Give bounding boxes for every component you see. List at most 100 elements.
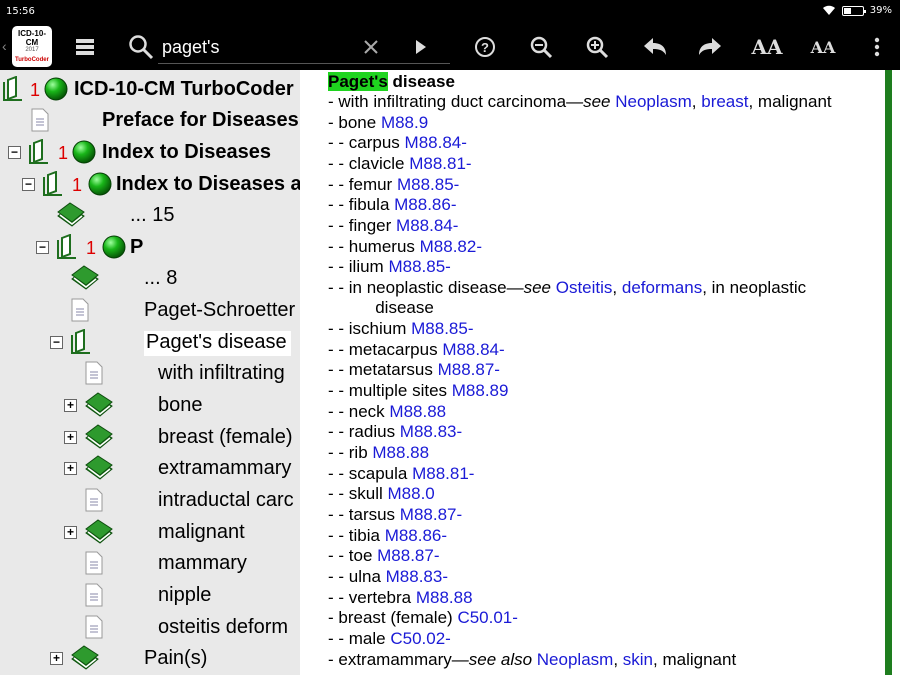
expand-toggle[interactable]: + [64,399,77,412]
cross-reference-link[interactable]: Neoplasm [537,650,614,669]
green-ball-icon [44,77,68,101]
expand-toggle[interactable]: + [64,462,77,475]
icd-code-link[interactable]: M88.86- [394,195,456,214]
green-ball-icon [72,140,96,164]
tree-node-label: with infiltrating [158,362,285,384]
tree-node[interactable]: + extramammary [0,453,300,485]
cross-reference-link[interactable]: deformans [622,278,702,297]
entry-line: - - rib M88.88 [328,443,429,463]
book-icon [84,392,114,423]
tree-node[interactable]: osteitis deform [0,612,300,644]
entry-title: Paget's disease [328,72,455,92]
icd-code-link[interactable]: M88.86- [385,526,447,545]
collapse-toggle[interactable]: − [50,336,63,349]
book-icon [56,202,86,233]
font-decrease-icon[interactable]: AA [808,32,838,62]
tree-node[interactable]: nipple [0,580,300,612]
status-bar: 15:56 39% [0,0,900,24]
expand-toggle[interactable]: + [50,652,63,665]
clear-icon[interactable] [356,32,386,62]
entry-term: - - vertebra [328,588,416,607]
icd-code-link[interactable]: M88.81- [409,154,471,173]
entry-line: - - tibia M88.86- [328,526,447,546]
back-chevron-icon[interactable]: ‹ [2,38,7,54]
entry-line: - - humerus M88.82- [328,237,482,257]
font-increase-icon[interactable]: AA [751,32,782,62]
tree-node[interactable]: + Pain(s) [0,643,300,675]
expand-toggle[interactable]: + [64,526,77,539]
search-field[interactable] [158,32,450,64]
tree-node[interactable]: + bone [0,390,300,422]
entry-term: - - humerus [328,237,420,256]
scroll-indicator[interactable] [885,70,892,675]
tree-node[interactable]: intraductal carc [0,485,300,517]
entry-line: disease [328,298,434,318]
icd-code-link[interactable]: M88.84- [442,340,504,359]
overflow-icon[interactable] [862,32,892,62]
search-icon[interactable] [126,32,156,62]
icd-code-link[interactable]: M88.87- [438,360,500,379]
entry-term: - - ilium [328,257,389,276]
icd-code-link[interactable]: M88.84- [405,133,467,152]
icd-code-link[interactable]: M88.83- [400,422,462,441]
tree-node[interactable]: + breast (female) [0,422,300,454]
expand-toggle[interactable]: + [64,431,77,444]
font-decrease-label: AA [810,37,836,57]
icd-code-link[interactable]: M88.85- [397,175,459,194]
tree-node[interactable]: 1 ICD-10-CM TurboCoder [0,74,300,106]
tree-node[interactable]: − 1 P [0,232,300,264]
node-count: 1 [86,238,97,258]
entry-line: - - scapula M88.81- [328,464,474,484]
zoom-out-icon[interactable] [526,32,556,62]
icd-code-link[interactable]: M88.82- [420,237,482,256]
cross-reference-link[interactable]: Osteitis [556,278,613,297]
help-icon[interactable]: ? [470,32,500,62]
tree-node[interactable]: − 1 Index to Diseases [0,137,300,169]
node-count: 1 [30,80,41,100]
collapse-toggle[interactable]: − [8,146,21,159]
tree-node[interactable]: − 1 Index to Diseases a [0,169,300,201]
icd-code-link[interactable]: M88.89 [452,381,509,400]
document-icon [84,614,104,645]
forward-icon[interactable] [695,32,725,62]
icd-code-link[interactable]: M88.88 [416,588,473,607]
tree-node[interactable]: ... 15 [0,200,300,232]
menu-icon[interactable] [70,32,100,62]
icd-code-link[interactable]: M88.83- [386,567,448,586]
collapse-toggle[interactable]: − [22,178,35,191]
icd-code-link[interactable]: M88.0 [388,484,435,503]
icd-code-link[interactable]: C50.02- [390,629,450,648]
entry-line: - - male C50.02- [328,629,451,649]
icd-code-link[interactable]: M88.85- [411,319,473,338]
entry-term: - - ischium [328,319,412,338]
icd-code-link[interactable]: M88.88 [389,402,446,421]
go-icon[interactable] [406,32,436,62]
tree-node-label: osteitis deform [158,616,289,638]
back-icon[interactable] [640,32,670,62]
icd-code-link[interactable]: M88.9 [381,113,428,132]
tree-node[interactable]: − Paget's disease [0,327,300,359]
zoom-in-icon[interactable] [582,32,612,62]
app-logo[interactable]: ICD-10-CM 2017 TurboCoder [12,26,52,67]
collapse-toggle[interactable]: − [36,241,49,254]
icd-code-link[interactable]: M88.88 [372,443,429,462]
logo-line2: 2017 [25,47,39,53]
tree-node[interactable]: ... 8 [0,263,300,295]
search-input[interactable] [162,34,342,60]
icd-code-link[interactable]: M88.87- [400,505,462,524]
icd-code-link[interactable]: M88.81- [412,464,474,483]
tree-node[interactable]: mammary [0,548,300,580]
entry-line: - - multiple sites M88.89 [328,381,508,401]
icd-code-link[interactable]: M88.84- [396,216,458,235]
cross-reference-link[interactable]: breast [701,92,748,111]
tree-node[interactable]: with infiltrating [0,358,300,390]
tree-node[interactable]: Paget-Schroetter [0,295,300,327]
icd-code-link[interactable]: C50.01- [457,608,517,627]
tree-node[interactable]: Preface for Diseases [0,105,300,137]
cross-reference-link[interactable]: skin [623,650,653,669]
cross-reference-link[interactable]: Neoplasm [615,92,692,111]
icd-code-link[interactable]: M88.87- [377,546,439,565]
tree-node[interactable]: + malignant [0,517,300,549]
entry-line: - extramammary—see also Neoplasm, skin, … [328,650,737,669]
icd-code-link[interactable]: M88.85- [388,257,450,276]
